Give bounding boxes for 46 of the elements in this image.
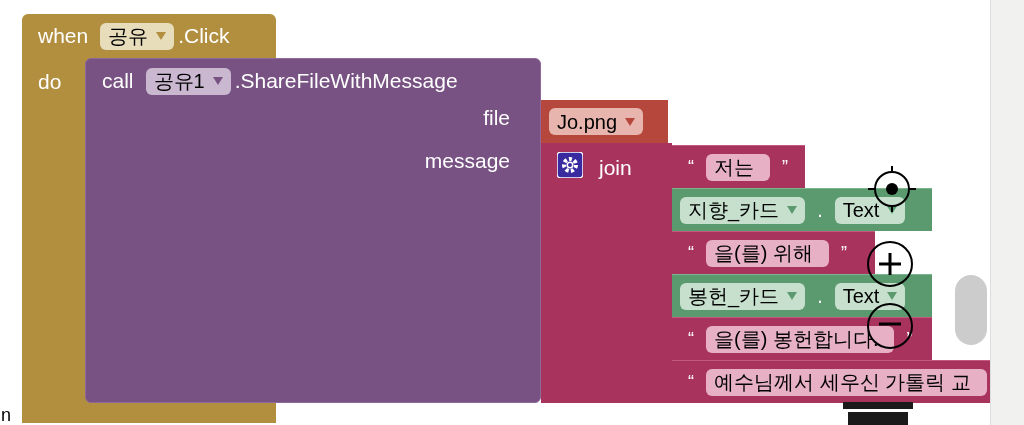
- do-keyword: do: [38, 69, 62, 95]
- text-block[interactable]: “ 예수님께서 세우신 가톨릭 교: [672, 360, 990, 403]
- caret-icon: [887, 292, 898, 300]
- method-name: .ShareFileWithMessage: [234, 68, 458, 95]
- dot-separator: .: [816, 198, 824, 223]
- close-quote: ”: [782, 155, 788, 179]
- join-label: join: [599, 155, 632, 181]
- caret-icon: [625, 117, 636, 126]
- text-value[interactable]: 저는: [706, 153, 770, 181]
- file-block[interactable]: Jo.png: [541, 100, 668, 143]
- open-quote: “: [688, 155, 694, 179]
- open-quote: “: [688, 241, 694, 265]
- component-dropdown[interactable]: 공유: [100, 22, 175, 50]
- caret-icon: [787, 206, 798, 214]
- socket-label: message: [424, 148, 510, 171]
- open-quote: “: [688, 327, 694, 351]
- when-keyword: when: [38, 23, 89, 50]
- close-quote: ”: [840, 241, 847, 265]
- zoom-in-icon[interactable]: [866, 240, 914, 288]
- component-dropdown[interactable]: 봉헌_카드: [680, 282, 806, 310]
- gear-icon[interactable]: [557, 152, 583, 178]
- caret-icon: [787, 292, 798, 300]
- trash-icon[interactable]: [843, 402, 913, 425]
- text-value[interactable]: 예수님께서 세우신 가톨릭 교: [706, 368, 987, 396]
- component-dropdown[interactable]: Text: [834, 282, 906, 310]
- text-block[interactable]: “ 을(를) 위해 ”: [672, 231, 875, 274]
- component-dropdown[interactable]: Jo.png: [549, 108, 644, 135]
- caret-icon: [887, 206, 898, 214]
- component-dropdown[interactable]: 공유1: [145, 67, 231, 95]
- event-name: .Click: [178, 23, 230, 50]
- call-block[interactable]: call 공유1 .ShareFileWithMessage file message: [85, 58, 541, 403]
- socket-label: file: [483, 105, 510, 128]
- edge-text: n: [1, 404, 11, 425]
- dot-separator: .: [816, 284, 824, 309]
- open-quote: “: [688, 370, 694, 394]
- join-block[interactable]: join: [541, 143, 672, 403]
- text-value[interactable]: 을(를) 위해: [706, 239, 829, 267]
- property-getter-block[interactable]: 지향_카드 . Text: [672, 188, 932, 231]
- property-getter-block[interactable]: 봉헌_카드 . Text: [672, 274, 932, 317]
- caret-icon: [156, 32, 167, 40]
- scrollbar-thumb[interactable]: [955, 275, 987, 345]
- component-dropdown[interactable]: Text: [834, 196, 906, 224]
- caret-icon: [212, 77, 223, 85]
- text-block[interactable]: “ 저는 ”: [672, 145, 805, 188]
- component-dropdown[interactable]: 지향_카드: [680, 196, 806, 224]
- call-keyword: call: [102, 68, 134, 95]
